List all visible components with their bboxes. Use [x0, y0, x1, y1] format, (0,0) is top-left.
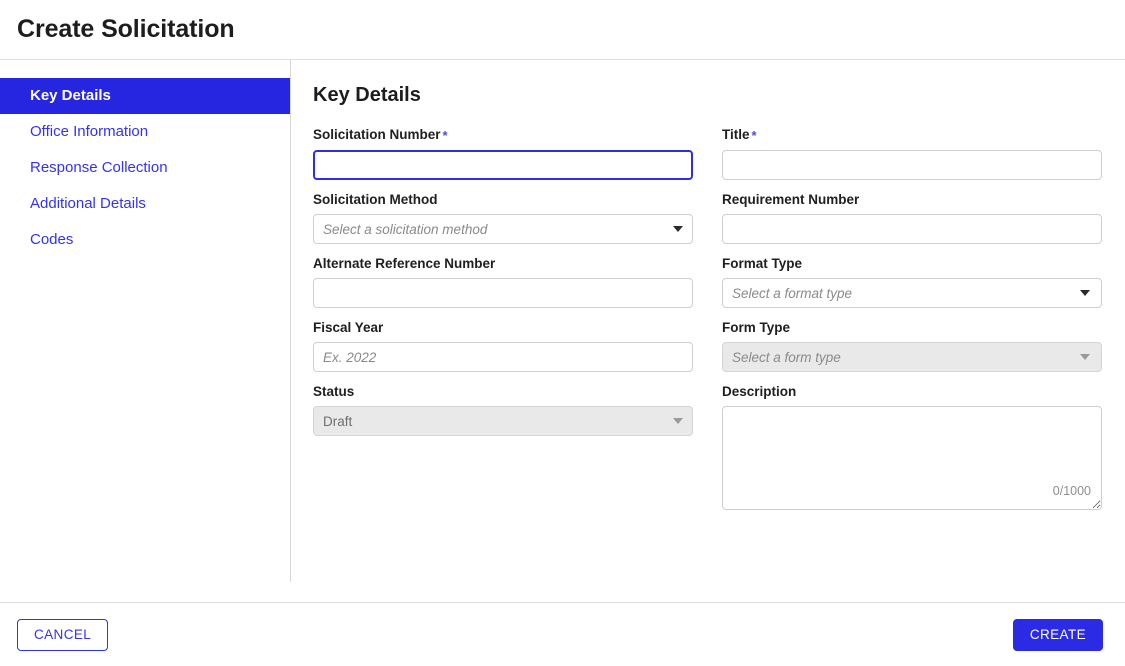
sidebar-item-key-details[interactable]: Key Details	[0, 78, 290, 114]
label-title: Title *	[722, 127, 1102, 144]
sidebar-item-office-information[interactable]: Office Information	[0, 114, 290, 150]
label-solicitation-number: Solicitation Number *	[313, 127, 693, 144]
field-status: Status Draft	[313, 384, 693, 510]
sidebar-item-response-collection[interactable]: Response Collection	[0, 150, 290, 186]
create-solicitation-page: Create Solicitation Key Details Office I…	[0, 0, 1125, 666]
format-type-selected-value: Select a format type	[732, 285, 853, 301]
description-textarea[interactable]	[722, 406, 1102, 510]
alternate-reference-number-input[interactable]	[313, 278, 693, 308]
field-format-type: Format Type Select a format type	[722, 256, 1102, 308]
form-type-select[interactable]: Select a form type	[722, 342, 1102, 372]
label-alternate-reference-number: Alternate Reference Number	[313, 256, 496, 271]
field-solicitation-number: Solicitation Number *	[313, 127, 693, 180]
body-area: Key Details Office Information Response …	[0, 60, 1125, 601]
label-requirement-number: Requirement Number	[722, 192, 860, 207]
chevron-down-icon	[673, 226, 683, 232]
chevron-down-icon	[1080, 290, 1090, 296]
field-form-type: Form Type Select a form type	[722, 320, 1102, 372]
title-input[interactable]	[722, 150, 1102, 180]
requirement-number-input[interactable]	[722, 214, 1102, 244]
field-title: Title *	[722, 127, 1102, 180]
description-textarea-wrapper: 0/1000	[722, 406, 1102, 510]
label-format-type: Format Type	[722, 256, 803, 271]
main-form-panel: Key Details Solicitation Number * Title *	[291, 60, 1125, 601]
page-title: Create Solicitation	[17, 15, 235, 43]
key-details-form: Solicitation Number * Title * Solicitation…	[313, 127, 1103, 522]
required-asterisk-icon: *	[751, 128, 757, 143]
form-type-selected-value: Select a form type	[732, 349, 841, 365]
label-solicitation-method: Solicitation Method	[313, 192, 438, 207]
solicitation-method-selected-value: Select a solicitation method	[323, 221, 488, 237]
cancel-button[interactable]: CANCEL	[17, 618, 109, 651]
status-select[interactable]: Draft	[313, 406, 693, 436]
section-title: Key Details	[313, 84, 421, 106]
sidebar-nav: Key Details Office Information Response …	[0, 60, 291, 582]
field-alternate-reference-number: Alternate Reference Number	[313, 256, 693, 308]
page-header: Create Solicitation	[0, 0, 1125, 60]
create-button[interactable]: CREATE	[1012, 618, 1103, 651]
status-selected-value: Draft	[323, 413, 353, 429]
field-description: Description 0/1000	[722, 384, 1102, 510]
page-footer: CANCEL CREATE	[0, 602, 1125, 666]
sidebar-item-additional-details[interactable]: Additional Details	[0, 186, 290, 222]
fiscal-year-input[interactable]	[313, 342, 693, 372]
field-requirement-number: Requirement Number	[722, 192, 1102, 244]
field-fiscal-year: Fiscal Year	[313, 320, 693, 372]
solicitation-number-input[interactable]	[313, 150, 693, 180]
sidebar-item-codes[interactable]: Codes	[0, 222, 290, 258]
label-status: Status	[313, 384, 355, 399]
label-text: Solicitation Number	[313, 127, 441, 142]
chevron-down-icon	[673, 418, 683, 424]
label-text: Title	[722, 127, 750, 142]
label-form-type: Form Type	[722, 320, 791, 335]
field-solicitation-method: Solicitation Method Select a solicitatio…	[313, 192, 693, 244]
required-asterisk-icon: *	[442, 128, 448, 143]
label-fiscal-year: Fiscal Year	[313, 320, 384, 335]
chevron-down-icon	[1080, 354, 1090, 360]
solicitation-method-select[interactable]: Select a solicitation method	[313, 214, 693, 244]
format-type-select[interactable]: Select a format type	[722, 278, 1102, 308]
label-description: Description	[722, 384, 797, 399]
